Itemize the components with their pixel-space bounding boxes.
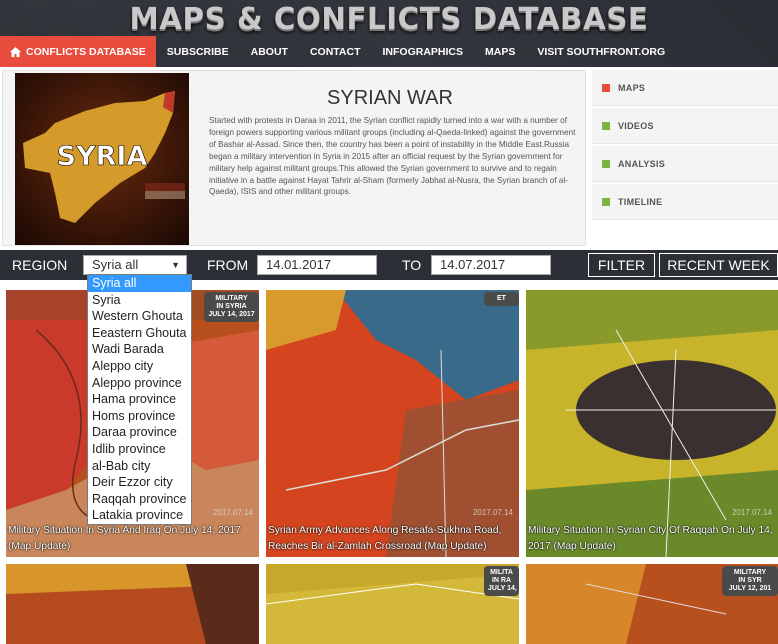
to-date-input[interactable]: 14.07.2017 xyxy=(431,255,551,275)
main-nav: CONFLICTS DATABASE SUBSCRIBE ABOUT CONTA… xyxy=(0,36,676,67)
region-option[interactable]: Aleppo province xyxy=(88,375,191,392)
dropdown-arrow-icon: ▼ xyxy=(171,260,180,270)
site-title: MAPS & CONFLICTS DATABASE xyxy=(129,2,649,37)
card-date: 2017.07.14 xyxy=(731,508,772,517)
region-select-value: Syria all xyxy=(92,257,139,272)
conflict-info-panel: SYRIA SYRIAN WAR Started with protests i… xyxy=(2,70,586,246)
conflict-title: SYRIAN WAR xyxy=(327,87,453,109)
region-option[interactable]: Wadi Barada xyxy=(88,341,191,358)
map-image xyxy=(6,564,259,644)
home-icon xyxy=(10,46,21,57)
nav-infographics[interactable]: INFOGRAPHICS xyxy=(372,36,475,67)
region-option[interactable]: Syria xyxy=(88,292,191,309)
region-label: REGION xyxy=(12,257,68,273)
map-image xyxy=(266,564,519,644)
region-option[interactable]: al-Bab city xyxy=(88,458,191,475)
sidebar-item-label: MAPS xyxy=(618,82,646,93)
region-option[interactable]: Daraa province xyxy=(88,424,191,441)
syria-thumbnail: SYRIA xyxy=(15,73,189,245)
site-header: MAPS & CONFLICTS DATABASE CONFLICTS DATA… xyxy=(0,0,778,67)
region-option[interactable]: Idlib province xyxy=(88,441,191,458)
nav-conflicts-database[interactable]: CONFLICTS DATABASE xyxy=(0,36,156,67)
sidebar-item-label: VIDEOS xyxy=(618,120,654,131)
map-badge: MILITA IN RA JULY 14, xyxy=(484,566,519,596)
nav-maps[interactable]: MAPS xyxy=(474,36,526,67)
region-dropdown-list: Syria all Syria Western Ghouta Eeastern … xyxy=(87,274,192,525)
map-badge: ET xyxy=(484,292,519,306)
sidebar-item-label: ANALYSIS xyxy=(618,158,666,169)
map-card[interactable]: MILITA IN RA JULY 14, xyxy=(266,564,519,644)
nav-subscribe[interactable]: SUBSCRIBE xyxy=(156,36,240,67)
map-card[interactable]: MILITARY IN SYR JULY 12, 201 xyxy=(526,564,778,644)
square-bullet-icon xyxy=(602,121,610,130)
syria-thumb-text: SYRIA xyxy=(57,141,148,172)
region-option[interactable]: Homs province xyxy=(88,408,191,425)
card-date: 2017.07.14 xyxy=(212,508,253,517)
square-bullet-icon xyxy=(602,83,610,92)
sidebar-item-analysis[interactable]: ANALYSIS xyxy=(592,146,778,182)
region-option[interactable]: Eeastern Ghouta xyxy=(88,325,191,342)
map-badge: MILITARY IN SYRIA JULY 14, 2017 xyxy=(204,292,259,322)
map-card[interactable]: 2017.07.14 Military Situation In Syrian … xyxy=(526,290,778,557)
from-date-input[interactable]: 14.01.2017 xyxy=(257,255,377,275)
region-option[interactable]: Hama province xyxy=(88,391,191,408)
sidebar-item-videos[interactable]: VIDEOS xyxy=(592,108,778,144)
from-label: FROM xyxy=(207,257,249,273)
square-bullet-icon xyxy=(602,197,610,206)
region-select[interactable]: Syria all ▼ xyxy=(83,255,187,275)
conflict-description: Started with protests in Daraa in 2011, … xyxy=(209,116,576,197)
filter-button[interactable]: FILTER xyxy=(588,253,655,277)
region-option[interactable]: Western Ghouta xyxy=(88,308,191,325)
region-option[interactable]: Raqqah province xyxy=(88,491,191,508)
nav-visit-southfront[interactable]: VISIT SOUTHFRONT.ORG xyxy=(526,36,676,67)
sidebar-item-timeline[interactable]: TIMELINE xyxy=(592,184,778,220)
to-label: TO xyxy=(402,257,422,273)
sidebar-item-maps[interactable]: MAPS xyxy=(592,70,778,106)
region-option[interactable]: Deir Ezzor city xyxy=(88,474,191,491)
nav-label: CONFLICTS DATABASE xyxy=(26,45,146,58)
region-option[interactable]: Latakia province xyxy=(88,507,191,524)
card-title: Military Situation In Syrian City Of Raq… xyxy=(528,525,773,552)
map-badge: MILITARY IN SYR JULY 12, 201 xyxy=(722,566,778,596)
square-bullet-icon xyxy=(602,159,610,168)
card-title: Syrian Army Advances Along Resafa-Sukhna… xyxy=(268,525,502,552)
category-sidebar: MAPS VIDEOS ANALYSIS TIMELINE xyxy=(592,70,778,222)
card-date: 2017.07.14 xyxy=(472,508,513,517)
map-card[interactable] xyxy=(6,564,259,644)
sidebar-item-label: TIMELINE xyxy=(618,196,663,207)
region-option[interactable]: Aleppo city xyxy=(88,358,191,375)
nav-contact[interactable]: CONTACT xyxy=(299,36,372,67)
region-option[interactable]: Syria all xyxy=(88,275,191,292)
nav-about[interactable]: ABOUT xyxy=(240,36,299,67)
recent-week-button[interactable]: RECENT WEEK xyxy=(659,253,778,277)
map-card[interactable]: ET 2017.07.14 Syrian Army Advances Along… xyxy=(266,290,519,557)
